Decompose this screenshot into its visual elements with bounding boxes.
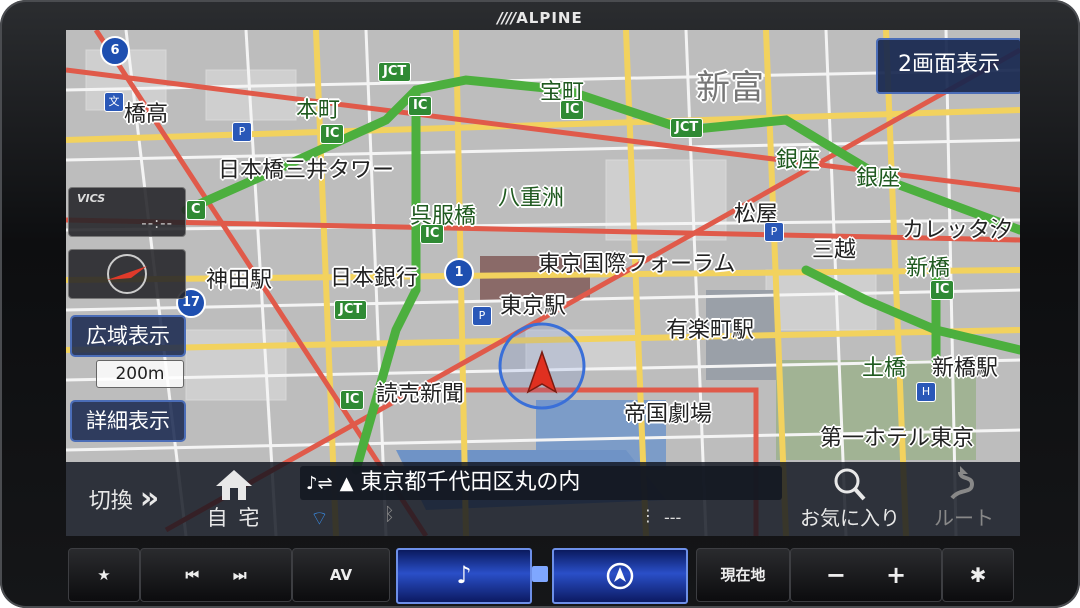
hospital-icon: H xyxy=(916,382,936,402)
expressway-sign: IC xyxy=(340,390,365,410)
map-label: 本町 xyxy=(296,98,341,123)
scale-indicator: 200m xyxy=(96,360,184,388)
vics-time: --:-- xyxy=(141,214,173,232)
av-hw-button[interactable]: AV xyxy=(292,548,390,602)
route-label: ルート xyxy=(934,506,994,530)
vics-logo: VICS xyxy=(77,192,106,205)
dual-screen-button[interactable]: 2画面表示 xyxy=(876,38,1020,94)
center-indicator xyxy=(532,566,548,582)
map-label: 東京国際フォーラム xyxy=(538,252,736,277)
brand-name: ALPINE xyxy=(516,9,583,27)
navigation-screen[interactable]: 橋高 本町 宝町 新富 日本橋三井タワー 八重洲 呉服橋 銀座 銀座 松屋 カレ… xyxy=(66,30,1020,536)
settings-hw-button[interactable]: ✱ xyxy=(942,548,1014,602)
zoom-in-icon: + xyxy=(886,561,907,589)
switch-button[interactable]: 切換 » xyxy=(72,476,176,522)
home-label: 自 宅 xyxy=(206,506,262,530)
double-chevron-right-icon: » xyxy=(139,481,160,516)
expressway-sign: IC xyxy=(408,96,433,116)
map-label: 土橋 xyxy=(862,356,907,381)
expressway-sign: C xyxy=(186,200,206,220)
expressway-sign: IC xyxy=(420,224,445,244)
expressway-sign: JCT xyxy=(670,118,704,138)
expressway-sign: JCT xyxy=(378,62,412,82)
map-label: 三越 xyxy=(812,238,857,263)
prev-track-icon: ⏮ xyxy=(185,566,199,584)
next-track-icon: ⏭ xyxy=(233,566,247,584)
compass-button[interactable] xyxy=(68,249,186,299)
map-label: 新橋駅 xyxy=(932,356,999,381)
home-button[interactable]: 自 宅 xyxy=(184,464,284,534)
search-icon xyxy=(834,468,866,501)
wifi-icon: ⌔ xyxy=(310,506,329,530)
map-label: 日本橋三井タワー xyxy=(218,158,395,183)
map-label: 新富 xyxy=(696,68,764,108)
parking-icon: P xyxy=(472,306,492,326)
map-label: 読売新聞 xyxy=(376,382,465,407)
favorites-button[interactable]: お気に入り xyxy=(792,464,908,534)
bluetooth-icon: ᛒ xyxy=(384,504,395,525)
navigation-arrow-icon: ▲ xyxy=(339,473,354,494)
zoom-out-icon: − xyxy=(825,561,846,589)
current-location-hw-button[interactable]: 現在地 xyxy=(696,548,790,602)
map-label: 帝国劇場 xyxy=(624,402,713,427)
parking-icon: P xyxy=(764,222,784,242)
map-label: 第一ホテル東京 xyxy=(820,426,975,451)
favorites-label: お気に入り xyxy=(800,506,900,530)
map-label: 銀座 xyxy=(856,166,901,191)
home-icon xyxy=(216,470,252,500)
route-shield: 1 xyxy=(444,258,474,288)
signal-icon: ⋮ xyxy=(640,506,656,525)
school-icon: 文 xyxy=(104,92,124,112)
head-unit: ////ALPINE 橋高 本町 宝町 新富 日本橋三井タワー 八重洲 呉服橋 … xyxy=(0,0,1080,608)
map-label: 神田駅 xyxy=(206,268,273,293)
expressway-sign: JCT xyxy=(334,300,368,320)
route-icon xyxy=(950,466,975,500)
favorite-hw-button[interactable]: ★ xyxy=(68,548,140,602)
compass-icon xyxy=(107,254,147,294)
switch-label: 切換 xyxy=(88,489,133,514)
detail-view-button[interactable]: 詳細表示 xyxy=(70,400,186,442)
map-label: 日本銀行 xyxy=(330,266,419,291)
track-skip-hw-button[interactable]: ⏮ ⏭ xyxy=(140,548,292,602)
music-swap-icons: ♪⇌ xyxy=(306,473,333,494)
zoom-hw-button[interactable]: − + xyxy=(790,548,942,602)
parking-icon: P xyxy=(232,122,252,142)
expressway-sign: IC xyxy=(930,280,955,300)
map-label: 東京駅 xyxy=(500,294,567,319)
expressway-sign: IC xyxy=(320,124,345,144)
map-label: 新橋 xyxy=(906,256,951,281)
map-label: カレッタ汐 xyxy=(902,218,1013,243)
bottom-bar: 切換 » 自 宅 ♪⇌ ▲ 東京都千代田区丸の内 ⌔ ᛒ ⋮ --- お気に入り… xyxy=(66,462,1020,536)
navigation-arrow-icon xyxy=(606,562,634,590)
map-label: 橋高 xyxy=(124,102,169,127)
address-bar: ♪⇌ ▲ 東京都千代田区丸の内 xyxy=(300,466,782,500)
signal-status: --- xyxy=(664,508,682,527)
map-label: 銀座 xyxy=(776,148,821,173)
route-shield: 6 xyxy=(100,36,130,66)
expressway-sign: IC xyxy=(560,100,585,120)
music-hw-button[interactable]: ♪ xyxy=(396,548,532,604)
map-label: 八重洲 xyxy=(498,186,565,211)
wide-view-button[interactable]: 広域表示 xyxy=(70,315,186,357)
route-button[interactable]: ルート xyxy=(912,464,1016,534)
brand-logo: ////ALPINE xyxy=(497,9,583,27)
vics-panel[interactable]: VICS --:-- xyxy=(68,187,186,237)
map-label: 有楽町駅 xyxy=(666,318,755,343)
nav-hw-button[interactable] xyxy=(552,548,688,604)
current-address: 東京都千代田区丸の内 xyxy=(360,470,581,495)
